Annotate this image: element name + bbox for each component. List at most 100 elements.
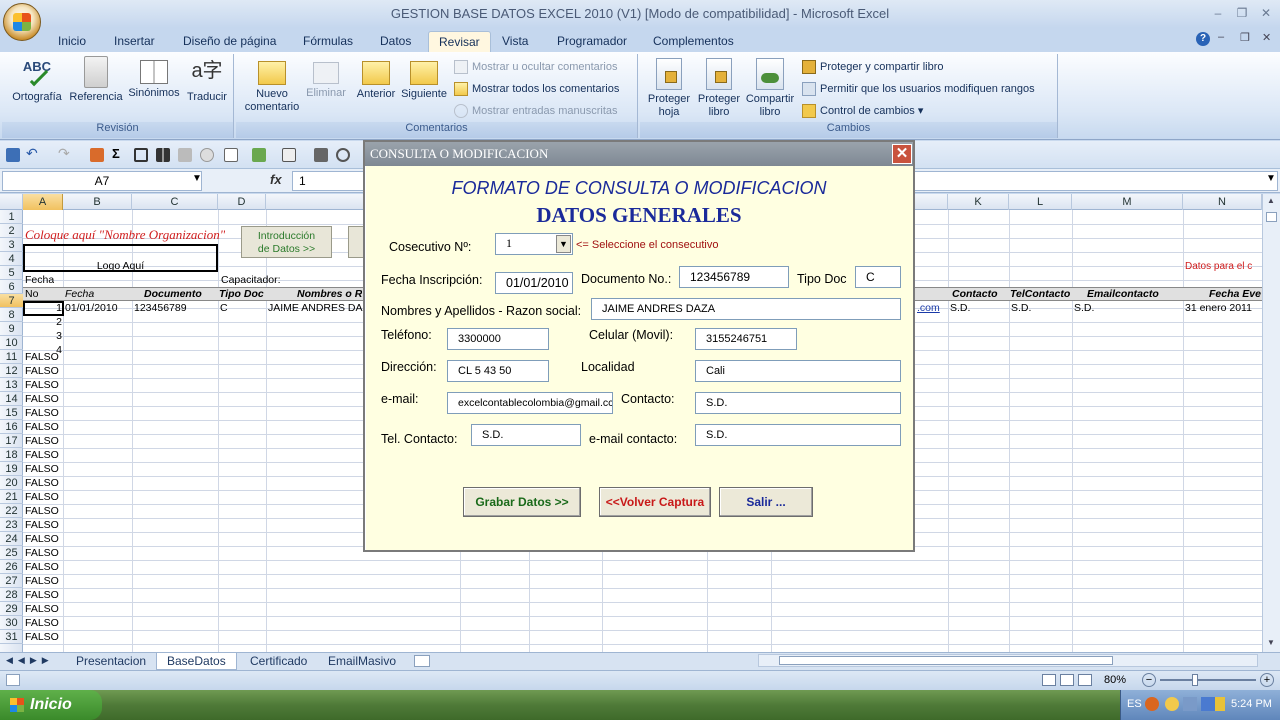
proteger-libro-button[interactable]: Proteger libro (694, 56, 744, 119)
sheet-tab-emailmasivo[interactable]: EmailMasivo (318, 653, 406, 670)
tab-datos[interactable]: Datos (370, 31, 421, 52)
help-icon[interactable]: ? (1196, 32, 1210, 46)
telefono-field[interactable]: 3300000 (447, 328, 549, 350)
fecha-inscripcion-field[interactable]: 01/01/2010 (495, 272, 573, 294)
row-header-18[interactable]: 18 (0, 448, 23, 462)
proteger-hoja-button[interactable]: Proteger hoja (644, 56, 694, 119)
volver-captura-button[interactable]: <<Volver Captura (599, 487, 711, 517)
close-window-button[interactable]: ✕ (1256, 5, 1276, 21)
cell-a20[interactable]: FALSO (25, 476, 59, 490)
col-header-d[interactable]: D (218, 194, 266, 210)
capacitador-label-cell[interactable]: Capacitador: (221, 273, 281, 287)
row-header-8[interactable]: 8 (0, 308, 23, 322)
header-tipo-doc[interactable]: Tipo Doc (219, 287, 264, 301)
cell-a25[interactable]: FALSO (25, 546, 59, 560)
header-nombres[interactable]: Nombres o R (297, 287, 362, 301)
col-header-l[interactable]: L (1009, 194, 1072, 210)
row-header-10[interactable]: 10 (0, 336, 23, 350)
datos-para-cell[interactable]: Datos para el c (1185, 260, 1252, 274)
col-header-b[interactable]: B (63, 194, 132, 210)
tab-inicio[interactable]: Inicio (48, 31, 96, 52)
row-header-4[interactable]: 4 (0, 252, 23, 266)
cell-a18[interactable]: FALSO (25, 448, 59, 462)
contacto-field[interactable]: S.D. (695, 392, 901, 414)
sheet-tab-presentacion[interactable]: Presentacion (66, 653, 156, 670)
sheet-tab-certificado[interactable]: Certificado (240, 653, 317, 670)
cell-b7[interactable]: 01/01/2010 (65, 301, 118, 315)
cell-a21[interactable]: FALSO (25, 490, 59, 504)
row-header-30[interactable]: 30 (0, 616, 23, 630)
cell-a14[interactable]: FALSO (25, 392, 59, 406)
permitir-rangos-button[interactable]: Permitir que los usuarios modifiquen ran… (802, 80, 1035, 98)
scroll-down-icon[interactable]: ▼ (1267, 638, 1275, 647)
header-documento[interactable]: Documento (144, 287, 202, 301)
compartir-libro-button[interactable]: Compartir libro (742, 56, 798, 119)
cell-a31[interactable]: FALSO (25, 630, 59, 644)
cell-a12[interactable]: FALSO (25, 364, 59, 378)
insert-function-button[interactable]: fx (270, 172, 282, 187)
proteger-compartir-button[interactable]: Proteger y compartir libro (802, 58, 944, 76)
cell-a17[interactable]: FALSO (25, 434, 59, 448)
mostrar-ocultar-comentarios-button[interactable]: Mostrar u ocultar comentarios (454, 58, 618, 76)
zoom-in-icon[interactable]: + (1260, 673, 1274, 687)
chevron-down-icon[interactable]: ▼ (556, 235, 571, 253)
cell-a8[interactable]: 2 (25, 315, 62, 329)
vertical-scrollbar[interactable]: ▲ ▼ (1262, 194, 1280, 652)
cell-a30[interactable]: FALSO (25, 616, 59, 630)
cell-m7[interactable]: S.D. (1074, 301, 1094, 315)
row-header-24[interactable]: 24 (0, 532, 23, 546)
volume-icon[interactable] (1201, 697, 1215, 711)
cell-a16[interactable]: FALSO (25, 420, 59, 434)
redo-icon[interactable]: ↷ (58, 145, 72, 161)
form-icon[interactable] (282, 148, 296, 162)
autosum-icon[interactable]: Σ (112, 146, 126, 161)
page-layout-view-icon[interactable] (1060, 674, 1074, 686)
row-header-31[interactable]: 31 (0, 630, 23, 644)
cell-a11[interactable]: FALSO (25, 350, 59, 364)
zoom-slider[interactable] (1160, 679, 1256, 681)
col-header-n[interactable]: N (1183, 194, 1262, 210)
cell-a29[interactable]: FALSO (25, 602, 59, 616)
header-emailcontacto[interactable]: Emailcontacto (1087, 287, 1159, 301)
normal-view-icon[interactable] (1042, 674, 1056, 686)
documento-field[interactable]: 123456789 (679, 266, 789, 288)
header-fecha-evento[interactable]: Fecha Eve (1209, 287, 1261, 301)
insert-sheet-icon[interactable] (414, 655, 430, 667)
cell-a28[interactable]: FALSO (25, 588, 59, 602)
col-header-m[interactable]: M (1072, 194, 1183, 210)
col-header-a[interactable]: A (23, 194, 63, 210)
copy-icon[interactable] (178, 148, 192, 162)
cell-a7[interactable]: 1 (25, 301, 62, 315)
row-header-19[interactable]: 19 (0, 462, 23, 476)
ortografia-button[interactable]: ABC Ortografía (7, 56, 67, 104)
sinonimos-button[interactable]: Sinónimos (124, 56, 184, 100)
introduccion-datos-button[interactable]: Introducción de Datos >> (241, 226, 332, 258)
tab-complementos[interactable]: Complementos (643, 31, 744, 52)
zoom-level[interactable]: 80% (1104, 674, 1126, 686)
mostrar-todos-comentarios-button[interactable]: Mostrar todos los comentarios (454, 80, 619, 98)
row-header-27[interactable]: 27 (0, 574, 23, 588)
tel-contacto-field[interactable]: S.D. (471, 424, 581, 446)
restore-button[interactable]: ❐ (1232, 5, 1252, 21)
scroll-up-icon[interactable]: ▲ (1267, 196, 1275, 205)
zoom-slider-thumb[interactable] (1192, 674, 1198, 686)
col-header-c[interactable]: C (132, 194, 218, 210)
consecutivo-select[interactable]: 1 ▼ (495, 233, 573, 255)
start-button[interactable]: Inicio (0, 690, 102, 720)
circle-icon[interactable] (200, 148, 214, 162)
horizontal-scrollbar[interactable] (758, 654, 1258, 667)
row-header-21[interactable]: 21 (0, 490, 23, 504)
tray-arrow-icon[interactable] (1145, 697, 1159, 711)
traducir-button[interactable]: a字 Traducir (182, 56, 232, 104)
minimize-button[interactable]: – (1208, 5, 1228, 21)
row-header-14[interactable]: 14 (0, 392, 23, 406)
tab-programador[interactable]: Programador (547, 31, 637, 52)
cell-a15[interactable]: FALSO (25, 406, 59, 420)
cell-k7[interactable]: S.D. (950, 301, 970, 315)
fecha-label-cell[interactable]: Fecha (25, 273, 54, 287)
cell-a24[interactable]: FALSO (25, 532, 59, 546)
cell-a9[interactable]: 3 (25, 329, 62, 343)
nombres-field[interactable]: JAIME ANDRES DAZA (591, 298, 901, 320)
header-contacto[interactable]: Contacto (952, 287, 998, 301)
zoom-selection-icon[interactable] (134, 148, 148, 162)
